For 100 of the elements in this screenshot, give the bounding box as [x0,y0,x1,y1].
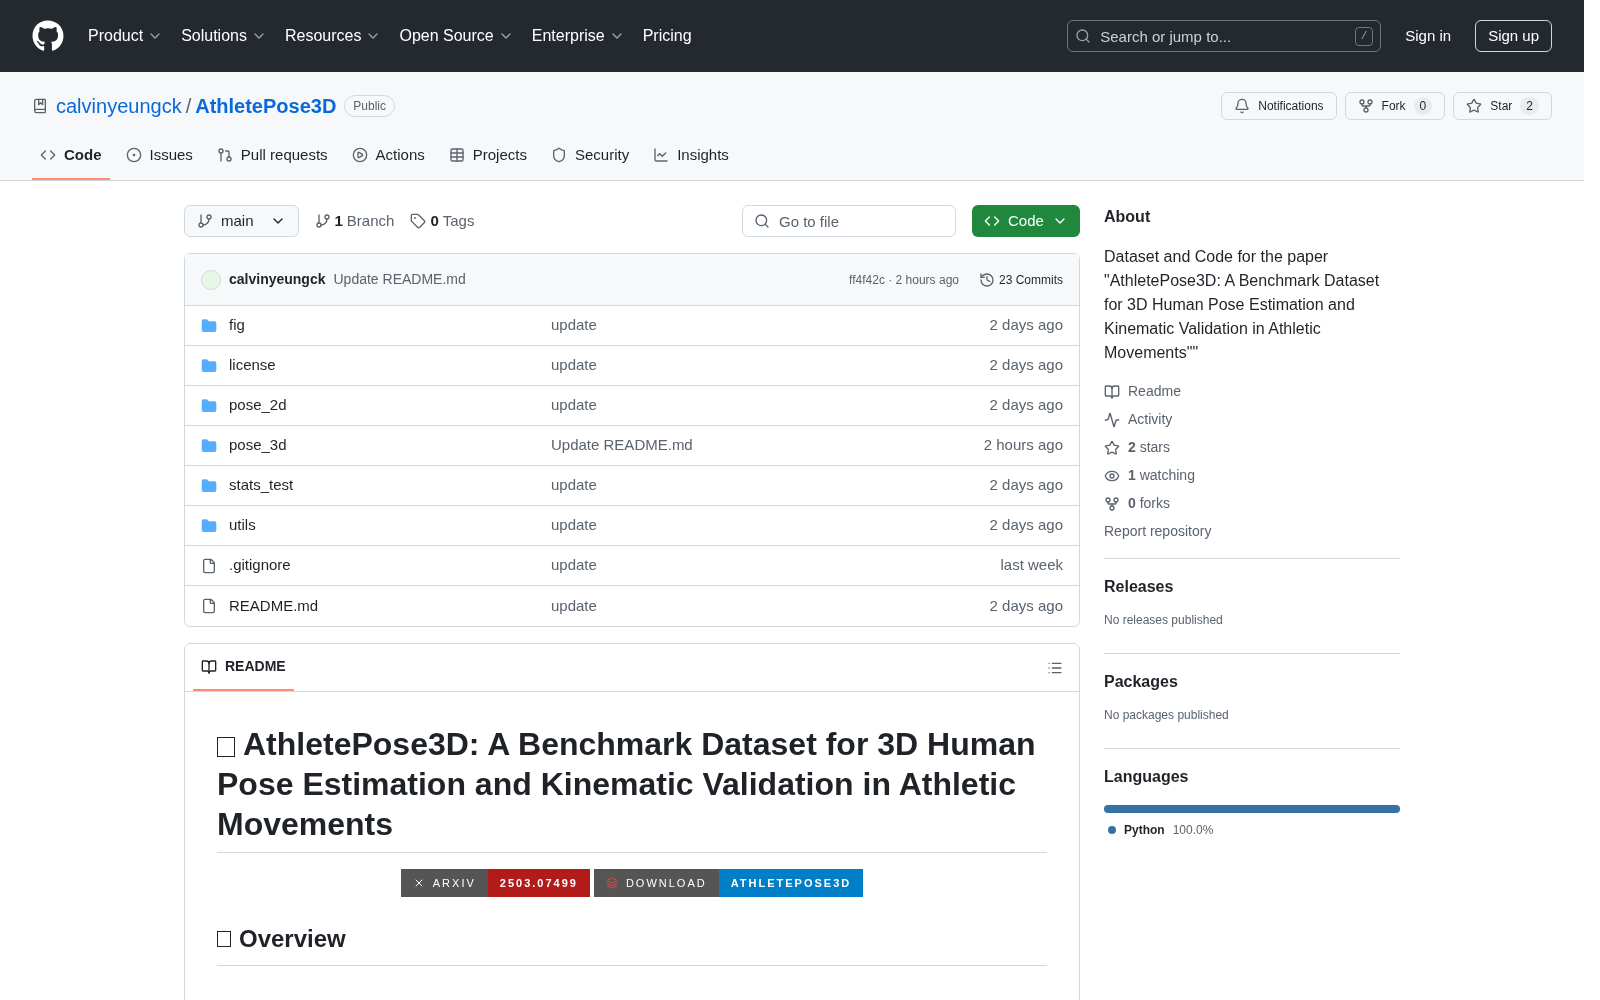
file-row[interactable]: README.md update 2 days ago [185,586,1079,626]
commit-message[interactable]: update [551,594,597,618]
commit-message[interactable]: update [551,554,597,577]
search-icon [1075,28,1092,44]
path-separator: / [185,94,192,119]
sign-up-button[interactable]: Sign up [1475,20,1552,52]
nav-link[interactable]: Solutions [181,24,267,48]
repo-tab[interactable]: Insights [645,132,737,180]
commit-time: 2 days ago [989,315,1063,336]
go-to-file-field[interactable]: Go to file [742,205,956,237]
pull-request-icon [216,147,233,163]
file-row[interactable]: pose_2d update 2 days ago [185,386,1079,426]
file-name[interactable]: .gitignore [229,554,291,577]
file-row[interactable]: pose_3d Update README.md 2 hours ago [185,426,1079,466]
code-icon [40,147,56,163]
bell-icon [1234,98,1251,114]
file-icon [201,598,217,614]
empty-note: No releases published [1104,612,1224,629]
nav-link[interactable]: Enterprise [531,24,625,48]
commit-time: 2 days ago [989,395,1063,416]
code-button[interactable]: Code [972,205,1080,237]
code-icon [984,213,1000,229]
file-row[interactable]: utils update 2 days ago [185,506,1079,546]
commit-message[interactable]: update [551,474,597,497]
section-heading: Releases [1104,577,1175,597]
file-name[interactable]: stats_test [229,474,294,497]
file-name[interactable]: license [229,354,276,377]
github-logo-icon[interactable] [32,20,64,52]
commit-time: 2 days ago [989,355,1063,376]
book-icon [1104,383,1120,400]
table-icon [448,147,465,163]
section-heading: Packages [1104,672,1179,692]
nav-link[interactable]: Product [88,24,164,48]
empty-note: No packages published [1104,707,1230,724]
folder-icon [201,437,217,454]
branches-link[interactable]: 1 Branch [314,209,395,233]
graph-icon [653,147,670,163]
commit-message[interactable]: update [551,314,597,337]
commit-message[interactable]: Update README.md [551,434,693,457]
notifications-button[interactable]: Notifications [1221,92,1337,120]
search-icon [754,213,770,229]
file-name[interactable]: utils [229,514,256,537]
tag-icon [410,213,427,229]
branch-icon [197,213,213,229]
file-row[interactable]: license update 2 days ago [185,346,1079,386]
section-heading: Overview [217,921,1047,966]
star-icon [1466,98,1483,114]
commit-author[interactable]: calvinyeungck [229,269,326,290]
about-description: Dataset and Code for the paper "AthletePose3D: A Benchmark Dataset for 3D Human Pose Estimation and Kinematic Validation in Athletic Movements"" [1104,247,1381,363]
about-link[interactable]: Readme [1104,381,1400,402]
repo-tab[interactable]: Pull requests [208,132,336,180]
tags-link[interactable]: 0 Tags [410,209,475,233]
file-name[interactable]: fig [229,314,245,337]
about-link[interactable]: Activity [1104,409,1400,430]
nav-link[interactable]: Pricing [642,24,692,48]
file-row[interactable]: stats_test update 2 days ago [185,466,1079,506]
folder-icon [201,477,217,494]
sign-in-link[interactable]: Sign in [1405,24,1452,48]
commit-message[interactable]: update [551,394,597,417]
readme-title: AthletePose3D: A Benchmark Dataset for 3D Human Pose Estimation and Kinematic Validation in Athletic Movements [217,724,1047,853]
repo-tab[interactable]: Projects [440,132,535,180]
file-row[interactable]: fig update 2 days ago [185,306,1079,346]
nav-link[interactable]: Open Source [399,24,514,48]
report-link[interactable]: Report repository [1104,521,1400,542]
repo-icon [32,98,48,114]
history-icon [979,271,995,288]
folder-icon [201,357,217,374]
nav-link[interactable]: Resources [284,24,382,48]
repo-name-link[interactable]: AthletePose3D [195,91,337,121]
about-link[interactable]: 1 watching [1104,465,1400,486]
file-name[interactable]: README.md [229,594,319,618]
owner-link[interactable]: calvinyeungck [56,91,182,121]
language-percent: 100.0% [1172,822,1214,839]
count-badge: 0 [1413,97,1433,115]
readme-tab[interactable]: README [193,644,294,691]
commit-message[interactable]: update [551,514,597,537]
shortcut-key: / [1354,27,1374,46]
star-button[interactable]: Star 2 [1453,92,1552,120]
file-name[interactable]: pose_2d [229,394,287,417]
folder-icon [201,517,217,534]
repo-tab[interactable]: Issues [117,132,201,180]
file-name[interactable]: pose_3d [229,434,287,457]
about-heading: About [1104,207,1152,227]
fork-button[interactable]: Fork 0 [1344,92,1446,120]
branch-button[interactable]: main [184,205,299,237]
count-badge: 2 [1520,97,1539,115]
commit-message[interactable]: Update README.md [333,269,466,290]
repo-tab[interactable]: Code [32,132,110,180]
branch-icon [314,213,331,229]
commit-time: last week [1000,555,1063,576]
repo-tab[interactable]: Actions [343,132,433,180]
file-row[interactable]: .gitignore update last week [185,546,1079,586]
about-link[interactable]: 0 forks [1104,493,1400,514]
fork-icon [1104,495,1120,512]
about-link[interactable]: 2 stars [1104,437,1400,458]
repo-tab[interactable]: Security [542,132,638,180]
commit-message[interactable]: update [551,354,597,377]
layers-icon [605,877,618,889]
commits-link[interactable]: 23 Commits [979,270,1063,289]
file-icon [201,557,217,574]
